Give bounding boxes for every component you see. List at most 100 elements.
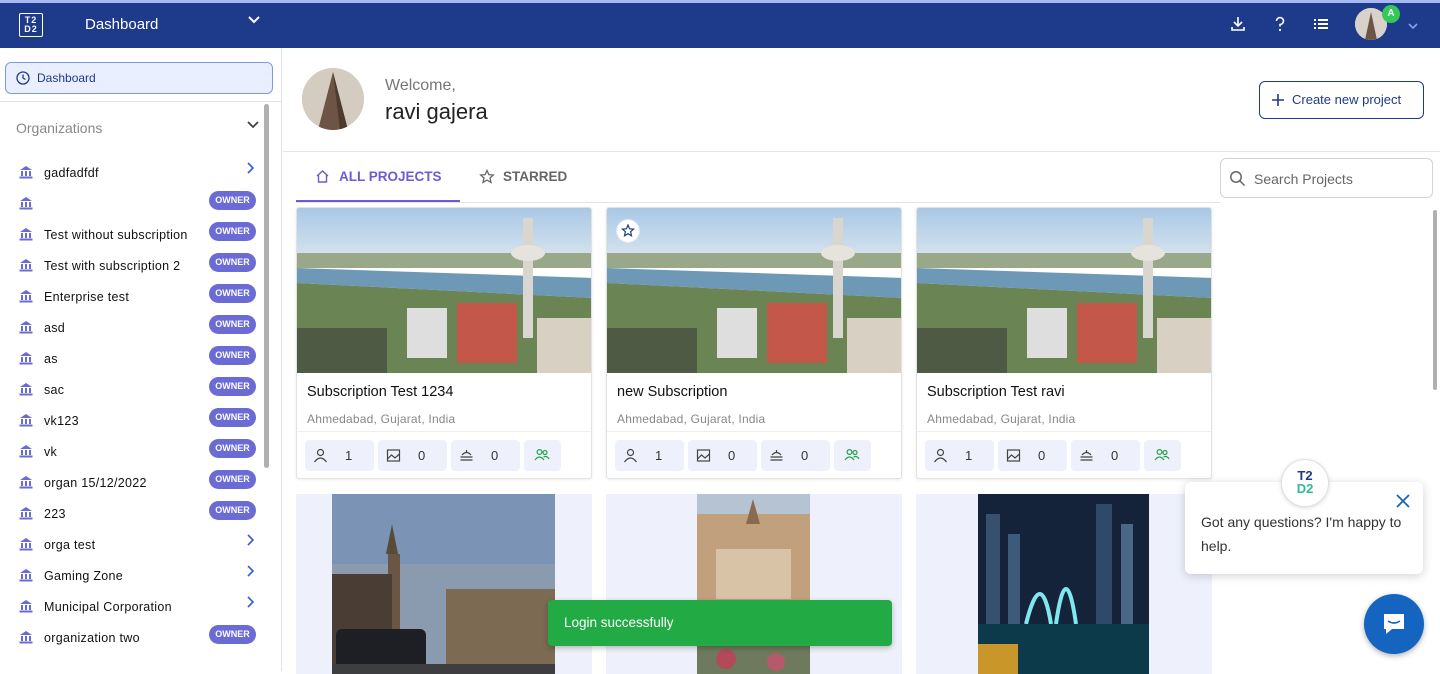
owner-badge: OWNER [209,408,256,427]
sidebar-org-item[interactable]: Municipal Corporation [0,593,262,624]
chevron-right-icon[interactable] [244,161,256,180]
sidebar-org-item[interactable]: sac OWNER [0,376,262,407]
project-title[interactable]: Subscription Test 1234 [307,384,453,400]
chevron-down-icon[interactable] [1407,19,1419,37]
users-stat[interactable]: 1 [925,440,994,471]
project-card[interactable] [916,494,1212,674]
organization-icon [18,568,34,587]
organization-name: vk123 [44,414,79,428]
chevron-right-icon[interactable] [244,533,256,552]
owner-badge: OWNER [209,191,256,210]
chevron-right-icon[interactable] [244,564,256,583]
team-button[interactable] [1144,440,1181,471]
chat-launcher-button[interactable] [1364,594,1424,654]
app-title: Dashboard [85,16,159,33]
owner-badge: OWNER [209,377,256,396]
sidebar-scrollbar[interactable] [264,104,269,468]
create-new-project-label: Create new project [1292,92,1402,107]
sidebar-org-item[interactable]: gadfadfdf [0,159,262,190]
project-thumbnail [917,208,1211,373]
chevron-right-icon[interactable] [244,595,256,614]
download-icon[interactable] [1229,15,1249,35]
main-scrollbar[interactable] [1433,210,1437,390]
organization-icon [18,599,34,618]
users-count: 1 [655,448,663,463]
assets-stat[interactable]: 0 [761,440,830,471]
tab-label: STARRED [503,169,568,184]
sidebar-org-item[interactable]: OWNER [0,190,262,221]
app-logo[interactable]: T2 D2 [19,13,43,37]
organization-icon [18,475,34,494]
sidebar-org-item[interactable]: Gaming Zone [0,562,262,593]
organization-icon [18,537,34,556]
organization-icon [18,165,34,184]
owner-badge: OWNER [209,346,256,365]
project-card[interactable] [296,494,592,674]
project-tabs: ALL PROJECTS STARRED [296,152,1220,203]
organization-icon [18,630,34,649]
owner-badge: OWNER [209,625,256,644]
search-icon [1230,171,1246,187]
team-button[interactable] [524,440,561,471]
users-count: 1 [965,448,973,463]
images-stat[interactable]: 0 [378,440,447,471]
user-name: ravi gajera [385,99,488,124]
search-input[interactable] [1254,168,1424,190]
sidebar-org-item[interactable]: Enterprise test OWNER [0,283,262,314]
search-box [1220,158,1433,198]
star-icon[interactable] [616,219,640,243]
sidebar-org-item[interactable]: 223 OWNER [0,500,262,531]
organization-icon [18,506,34,525]
sidebar-org-item[interactable]: Test without subscription OWNER [0,221,262,252]
tab-starred[interactable]: STARRED [479,152,589,202]
sidebar-item-dashboard[interactable]: Dashboard [5,62,273,94]
owner-badge: OWNER [209,315,256,334]
chevron-down-icon[interactable] [247,13,261,32]
project-card[interactable] [606,494,902,674]
organization-name: Enterprise test [44,290,130,304]
assets-stat[interactable]: 0 [1071,440,1140,471]
close-icon[interactable] [1394,492,1412,515]
organization-icon [18,351,34,370]
chat-message: Got any questions? I'm happy to help. [1201,514,1402,554]
images-stat[interactable]: 0 [688,440,757,471]
images-count: 0 [728,448,736,463]
organization-name: sac [44,383,65,397]
sidebar-org-item[interactable]: asd OWNER [0,314,262,345]
project-card[interactable]: Subscription Test 1234 Ahmedabad, Gujarat… [296,207,592,479]
chat-icon [1384,614,1404,634]
project-thumbnail [916,494,1212,674]
organization-name: orga test [44,538,96,552]
create-new-project-button[interactable]: Create new project [1259,81,1424,119]
organization-icon [18,320,34,339]
assets-stat[interactable]: 0 [451,440,520,471]
sidebar-org-item[interactable]: orga test [0,531,262,562]
help-icon[interactable] [1271,15,1291,35]
users-stat[interactable]: 1 [615,440,684,471]
divider [607,431,901,432]
chevron-down-icon[interactable] [246,118,260,137]
tab-all-projects[interactable]: ALL PROJECTS [296,152,460,202]
project-card[interactable]: Subscription Test ravi Ahmedabad, Gujarat… [916,207,1212,479]
owner-badge: OWNER [209,439,256,458]
list-icon[interactable] [1312,15,1332,35]
sidebar-org-item[interactable]: as OWNER [0,345,262,376]
images-count: 0 [418,448,426,463]
team-button[interactable] [834,440,871,471]
users-stat[interactable]: 1 [305,440,374,471]
project-card[interactable]: new Subscription Ahmedabad, Gujarat, Indi… [606,207,902,479]
sidebar: Dashboard Organizations gadfadfdf OWNER Te… [0,48,282,671]
sidebar-org-item[interactable]: vk OWNER [0,438,262,469]
organization-icon [18,258,34,277]
organization-name: Test with subscription 2 [44,259,181,273]
toast-notification: Login successfully [548,600,892,646]
project-title[interactable]: Subscription Test ravi [927,384,1065,400]
sidebar-org-item[interactable]: Test with subscription 2 OWNER [0,252,262,283]
sidebar-org-item[interactable]: vk123 OWNER [0,407,262,438]
organization-name: organization two [44,631,140,645]
images-stat[interactable]: 0 [998,440,1067,471]
organization-name: Test without subscription [44,228,188,242]
sidebar-org-item[interactable]: organization two OWNER [0,624,262,655]
sidebar-org-item[interactable]: organ 15/12/2022 OWNER [0,469,262,500]
project-title[interactable]: new Subscription [617,384,727,400]
